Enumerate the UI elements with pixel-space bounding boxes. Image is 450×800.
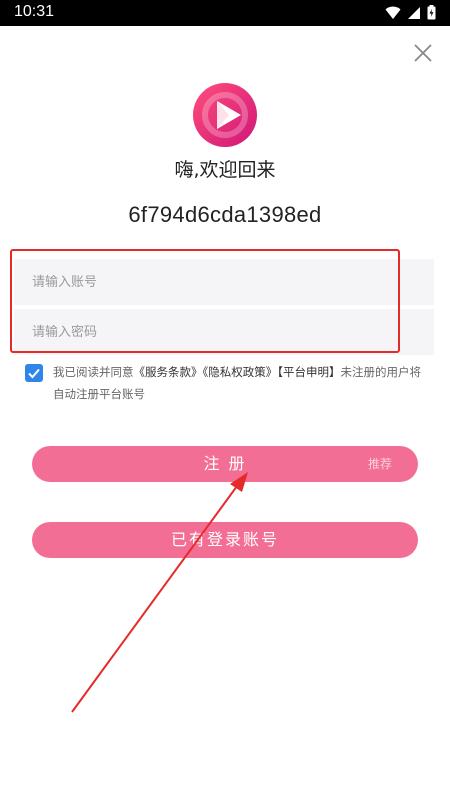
checkmark-icon	[28, 368, 40, 379]
signal-icon	[408, 6, 420, 19]
register-label: 注 册	[203, 454, 247, 473]
battery-icon	[427, 5, 436, 20]
terms-link[interactable]: 《服务条款》	[134, 365, 203, 379]
privacy-link[interactable]: 《隐私权政策》	[203, 365, 278, 379]
greeting-title: 嗨,欢迎回来	[174, 159, 276, 181]
agreement-prefix: 我已阅读并同意	[53, 365, 134, 379]
status-time: 10:31	[14, 3, 55, 20]
login-label: 已有登录账号	[170, 530, 279, 549]
account-input[interactable]	[14, 259, 434, 305]
existing-account-login-button[interactable]: 已有登录账号	[32, 522, 418, 558]
agreement-text: 我已阅读并同意《服务条款》《隐私权政策》【平台申明】未注册的用户将自动注册平台账…	[53, 361, 423, 405]
device-id: 6f794d6cda1398ed	[128, 202, 322, 227]
recommended-badge: 推荐	[367, 457, 392, 471]
app-logo	[193, 83, 257, 147]
close-icon[interactable]	[412, 42, 434, 64]
register-button[interactable]: 注 册 推荐	[32, 446, 418, 482]
password-input[interactable]	[14, 309, 434, 355]
statement-link[interactable]: 【平台申明】	[277, 365, 340, 379]
status-icons	[385, 5, 436, 20]
status-bar: 10:31	[0, 0, 450, 26]
agreement-checkbox[interactable]	[25, 364, 43, 382]
wifi-icon	[385, 6, 401, 19]
